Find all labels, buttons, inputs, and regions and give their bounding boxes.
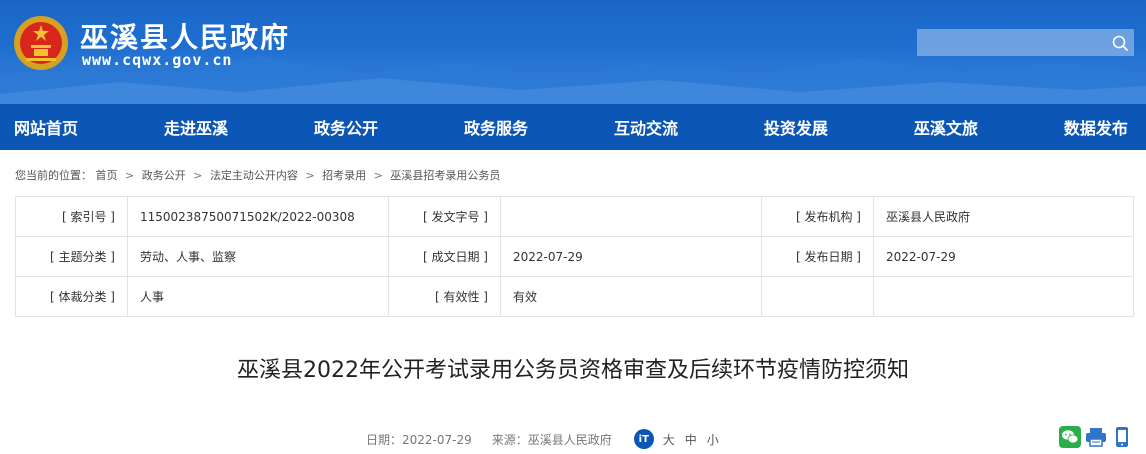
nav-item-services[interactable]: 政务服务 bbox=[464, 115, 528, 139]
breadcrumb-item-public[interactable]: 政务公开 bbox=[142, 169, 186, 182]
nav-item-tourism[interactable]: 巫溪文旅 bbox=[914, 115, 978, 139]
main-nav: 网站首页 走进巫溪 政务公开 政务服务 互动交流 投资发展 巫溪文旅 数据发布 bbox=[0, 104, 1146, 150]
table-row: [ 主题分类 ] 劳动、人事、监察 [ 成文日期 ] 2022-07-29 [ … bbox=[15, 236, 1134, 277]
nav-item-data[interactable]: 数据发布 bbox=[1064, 115, 1128, 139]
nav-item-investment[interactable]: 投资发展 bbox=[764, 115, 828, 139]
validity-value: 有效 bbox=[500, 276, 762, 317]
table-row: [ 体裁分类 ] 人事 [ 有效性 ] 有效 bbox=[15, 276, 1134, 317]
org-value: 巫溪县人民政府 bbox=[873, 196, 1134, 237]
empty-cell bbox=[873, 276, 1134, 317]
index-value: 11500238750071502K/2022-00308 bbox=[127, 196, 389, 237]
breadcrumb-separator: > bbox=[125, 169, 135, 182]
empty-cell bbox=[761, 276, 874, 317]
validity-label: [ 有效性 ] bbox=[388, 276, 501, 317]
breadcrumb-item-civil-servant[interactable]: 巫溪县招考录用公务员 bbox=[390, 169, 500, 182]
breadcrumb-separator: > bbox=[373, 169, 383, 182]
breadcrumb-separator: > bbox=[305, 169, 315, 182]
doc-no-value bbox=[500, 196, 762, 237]
font-size-small-button[interactable]: 小 bbox=[707, 431, 719, 448]
table-row: [ 索引号 ] 11500238750071502K/2022-00308 [ … bbox=[15, 196, 1134, 237]
nav-item-public[interactable]: 政务公开 bbox=[314, 115, 378, 139]
site-url[interactable]: www.cqwx.gov.cn bbox=[82, 51, 232, 69]
header-banner: 巫溪县人民政府 www.cqwx.gov.cn bbox=[0, 0, 1146, 104]
genre-label: [ 体裁分类 ] bbox=[15, 276, 128, 317]
topic-value: 劳动、人事、监察 bbox=[127, 236, 389, 277]
created-date-label: [ 成文日期 ] bbox=[388, 236, 501, 277]
publish-date-value: 2022-07-29 bbox=[873, 236, 1134, 277]
breadcrumb-item-recruit[interactable]: 招考录用 bbox=[322, 169, 366, 182]
nav-item-about[interactable]: 走进巫溪 bbox=[164, 115, 228, 139]
site-title[interactable]: 巫溪县人民政府 bbox=[80, 16, 290, 56]
article-info-bar: 日期：2022-07-29 来源：巫溪县人民政府 iT 大 中 小 bbox=[366, 429, 724, 449]
breadcrumb-separator: > bbox=[193, 169, 203, 182]
topic-label: [ 主题分类 ] bbox=[15, 236, 128, 277]
national-emblem-icon[interactable] bbox=[12, 14, 70, 72]
breadcrumb-item-legal[interactable]: 法定主动公开内容 bbox=[210, 169, 298, 182]
nav-item-home[interactable]: 网站首页 bbox=[14, 115, 78, 139]
breadcrumb: 您当前的位置： 首页 > 政务公开 > 法定主动公开内容 > 招考录用 > 巫溪… bbox=[15, 167, 500, 183]
genre-value: 人事 bbox=[127, 276, 389, 317]
search-input[interactable] bbox=[917, 29, 1134, 56]
font-size-icon: iT bbox=[633, 429, 654, 449]
article-title: 巫溪县2022年公开考试录用公务员资格审查及后续环节疫情防控须知 bbox=[237, 358, 909, 383]
doc-no-label: [ 发文字号 ] bbox=[388, 196, 501, 237]
print-icon[interactable] bbox=[1085, 426, 1107, 448]
article-date: 日期：2022-07-29 bbox=[366, 432, 472, 447]
created-date-value: 2022-07-29 bbox=[500, 236, 762, 277]
font-size-large-button[interactable]: 大 bbox=[663, 431, 675, 448]
phone-icon[interactable] bbox=[1111, 426, 1133, 448]
nav-item-interaction[interactable]: 互动交流 bbox=[614, 115, 678, 139]
article-source: 来源：巫溪县人民政府 bbox=[491, 432, 612, 447]
search-icon[interactable] bbox=[1110, 33, 1130, 53]
wechat-icon[interactable] bbox=[1059, 426, 1081, 448]
document-meta-table: [ 索引号 ] 11500238750071502K/2022-00308 [ … bbox=[15, 196, 1134, 317]
publish-date-label: [ 发布日期 ] bbox=[761, 236, 874, 277]
font-size-medium-button[interactable]: 中 bbox=[685, 431, 697, 448]
breadcrumb-prefix: 您当前的位置： bbox=[15, 169, 92, 182]
index-label: [ 索引号 ] bbox=[15, 196, 128, 237]
breadcrumb-item-home[interactable]: 首页 bbox=[96, 169, 118, 182]
org-label: [ 发布机构 ] bbox=[761, 196, 874, 237]
